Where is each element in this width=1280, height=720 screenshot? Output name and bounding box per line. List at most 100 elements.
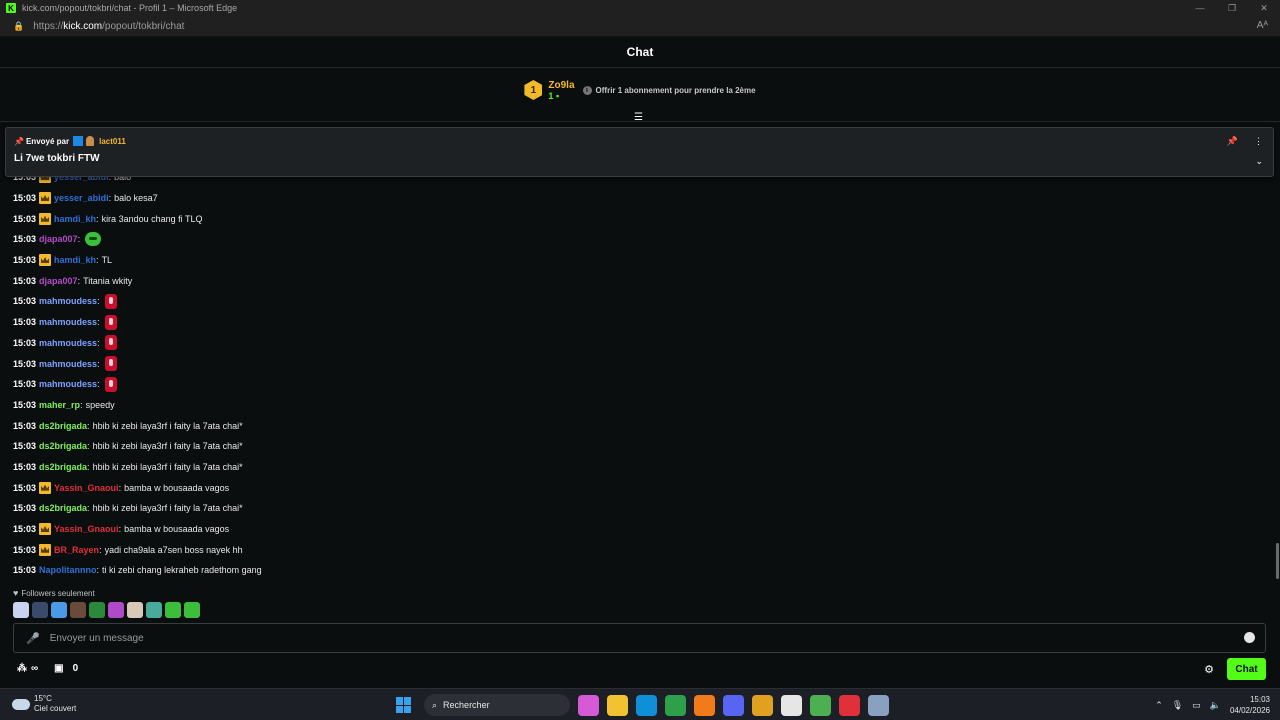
message-username[interactable]: hamdi_kh — [54, 255, 96, 265]
moderator-badge-icon — [73, 136, 84, 146]
taskbar-app-icon[interactable] — [636, 694, 657, 716]
message-username[interactable]: mahmoudess — [39, 338, 97, 348]
clock-date: 04/02/2026 — [1229, 706, 1270, 715]
message-username[interactable]: mahmoudess — [39, 379, 97, 389]
address-bar[interactable]: 🔒 https://kick.com/popout/tokbri/chat Aᴬ — [0, 16, 1280, 37]
url-text[interactable]: https://kick.com/popout/tokbri/chat — [33, 21, 184, 32]
pinned-author[interactable]: lact011 — [99, 137, 126, 146]
message-username[interactable]: mahmoudess — [39, 317, 97, 327]
message-colon: : — [97, 317, 100, 328]
pinned-meta: 📌 Envoyé par lact011 — [14, 136, 126, 146]
channel-points-icon[interactable]: ⁂ — [17, 663, 27, 674]
message-time: 15:03 — [13, 379, 37, 390]
emote-icon[interactable] — [108, 602, 124, 618]
url-path: /popout/tokbri/chat — [102, 20, 185, 32]
taskbar-app-icon[interactable] — [607, 694, 628, 716]
emote-icon[interactable] — [32, 602, 48, 618]
chat-message: 15:03 djapa007: — [0, 229, 1276, 250]
taskbar-app-icon[interactable] — [694, 694, 715, 716]
chat-input-box[interactable]: 🎤 — [13, 623, 1266, 653]
cloud-icon — [12, 698, 30, 710]
restore-icon[interactable]: ❐ — [1216, 0, 1248, 16]
message-username[interactable]: maher_rp — [39, 400, 80, 410]
minimize-icon[interactable]: — — [1184, 0, 1216, 16]
message-colon: : — [77, 275, 81, 286]
gift-offer[interactable]: i Offrir 1 abonnement pour prendre la 2è… — [582, 85, 756, 95]
message-username[interactable]: BR_Rayen — [54, 545, 99, 555]
chat-scrollbar[interactable] — [1276, 543, 1279, 579]
message-username[interactable]: djapa007 — [39, 276, 78, 286]
clock[interactable]: 15:03 04/02/2026 — [1230, 694, 1270, 716]
taskbar-app-icon[interactable] — [839, 694, 860, 716]
window-controls: — ❐ ✕ — [1184, 0, 1280, 16]
chat-message: 15:03 mahmoudess: — [0, 291, 1276, 312]
speaker-icon[interactable]: 🔈 — [1210, 700, 1221, 711]
expand-chevron-icon[interactable]: ⌄ — [1255, 156, 1263, 167]
chat-message: 15:03 mahmoudess: — [0, 333, 1276, 354]
microphone-icon[interactable]: 🎤 — [26, 632, 40, 645]
chat-message-input[interactable] — [49, 632, 1200, 644]
emote-icon[interactable] — [89, 602, 105, 618]
emote-icon[interactable] — [127, 602, 143, 618]
message-username[interactable]: djapa007 — [39, 234, 78, 244]
emote-icon[interactable] — [165, 602, 181, 618]
message-text: Titania wkity — [83, 275, 133, 286]
taskbar-app-icon[interactable] — [578, 694, 599, 716]
message-username[interactable]: Yassin_Gnaoui — [54, 524, 119, 534]
more-options-icon[interactable]: ⋮ — [1254, 136, 1263, 147]
chat-footer-right: ⚙ Chat — [1204, 658, 1266, 680]
red-emote-icon — [104, 356, 117, 372]
taskbar-app-icon[interactable] — [723, 694, 744, 716]
message-username[interactable]: mahmoudess — [39, 359, 97, 369]
gift-offer-text[interactable]: Offrir 1 abonnement pour prendre la 2ème — [596, 86, 756, 95]
emoji-picker-icon[interactable] — [1244, 632, 1255, 643]
top-gifter[interactable]: Zo9la 1 ▪ — [548, 80, 574, 101]
emote-icon[interactable] — [146, 602, 162, 618]
message-text: hbib ki zebi laya3rf i faity la 7ata cha… — [92, 441, 243, 452]
close-icon[interactable]: ✕ — [1248, 0, 1280, 16]
message-time: 15:03 — [13, 482, 37, 493]
gift-icon: ▪ — [555, 90, 560, 101]
taskbar-app-icon[interactable] — [752, 694, 773, 716]
read-aloud-icon[interactable]: Aᴬ — [1257, 20, 1268, 31]
chat-message: 15:03 hamdi_kh: TL — [0, 250, 1276, 271]
message-username[interactable]: ds2brigada — [39, 503, 87, 513]
emote-icon[interactable] — [51, 602, 67, 618]
message-username[interactable]: yesser_abidi — [54, 193, 109, 203]
pinned-text: Li 7we tokbri FTW — [14, 153, 100, 164]
message-username[interactable]: hamdi_kh — [54, 214, 96, 224]
network-icon[interactable]: ▭ — [1192, 700, 1201, 711]
weather-widget[interactable]: 15°C Ciel couvert — [12, 694, 76, 714]
send-chat-button[interactable]: Chat — [1227, 658, 1266, 680]
message-colon: : — [87, 503, 90, 514]
emote-icon[interactable] — [184, 602, 200, 618]
message-text: TL — [101, 255, 113, 266]
message-text: hbib ki zebi laya3rf i faity la 7ata cha… — [92, 461, 243, 472]
message-username[interactable]: Yassin_Gnaoui — [54, 483, 119, 493]
chevron-up-icon[interactable]: ⌃ — [1155, 700, 1163, 711]
message-time: 15:03 — [13, 255, 37, 266]
taskbar-app-icon[interactable] — [868, 694, 889, 716]
weather-desc: Ciel couvert — [34, 704, 77, 713]
store-icon[interactable]: ▣ — [54, 663, 63, 674]
windows-start-icon[interactable] — [396, 697, 412, 713]
gear-icon[interactable]: ⚙ — [1204, 663, 1214, 676]
taskbar-app-icon[interactable] — [781, 694, 802, 716]
message-username[interactable]: ds2brigada — [39, 441, 87, 451]
message-username[interactable]: mahmoudess — [39, 296, 97, 306]
message-username[interactable]: ds2brigada — [39, 462, 87, 472]
emote-icon[interactable] — [70, 602, 86, 618]
taskbar-app-icon[interactable] — [665, 694, 686, 716]
emote-icon[interactable] — [13, 602, 29, 618]
message-colon: : — [96, 213, 99, 224]
message-username[interactable]: Napolitannno — [39, 565, 97, 575]
unpin-icon[interactable]: 📌 — [1227, 136, 1238, 147]
taskbar-app-icon[interactable] — [810, 694, 831, 716]
chat-message: 15:03 ds2brigada: hbib ki zebi laya3rf i f… — [0, 415, 1276, 436]
subscriber-badge-icon — [86, 136, 95, 146]
lock-icon[interactable]: 🔒 — [13, 21, 24, 32]
microphone-tray-icon[interactable]: 🎙 — [1172, 700, 1183, 711]
taskbar-search[interactable]: ⌕ Rechercher — [424, 694, 570, 716]
gifter-name[interactable]: Zo9la — [548, 80, 574, 91]
message-username[interactable]: ds2brigada — [39, 421, 87, 431]
